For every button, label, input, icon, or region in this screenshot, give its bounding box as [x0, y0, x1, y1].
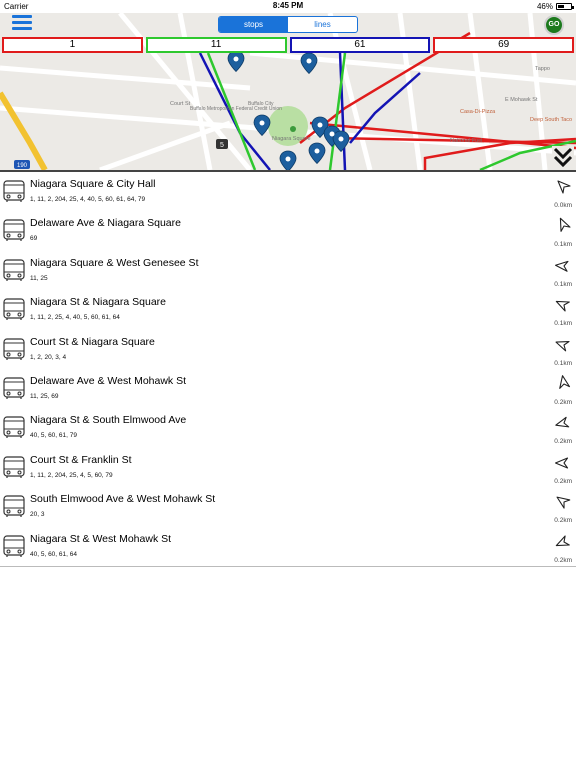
stop-list[interactable]: Niagara Square & City Hall 1, 11, 2, 204,… — [0, 172, 576, 566]
list-end-divider — [0, 566, 576, 567]
stop-distance: 0.1km — [554, 280, 572, 288]
stop-lines: 1, 11, 2, 204, 25, 4, 40, 5, 60, 61, 64,… — [30, 196, 146, 203]
navigation-arrow-icon[interactable] — [554, 295, 575, 316]
bus-icon — [3, 259, 25, 282]
bus-icon — [3, 298, 25, 321]
bus-icon — [3, 416, 25, 439]
line-tab-1[interactable]: 1 — [2, 37, 143, 53]
navigation-arrow-icon[interactable] — [553, 451, 576, 474]
stop-row[interactable]: Niagara St & Niagara Square 1, 11, 2, 25,… — [0, 290, 576, 329]
stop-name: Niagara Square & City Hall — [30, 178, 156, 190]
stop-row[interactable]: Niagara Square & City Hall 1, 11, 2, 204,… — [0, 172, 576, 211]
line-tabs: 1 11 61 69 — [0, 37, 576, 54]
stop-distance: 0.0km — [554, 202, 572, 209]
line-tab-11[interactable]: 11 — [145, 37, 287, 53]
map-label-court-st: Court St — [170, 101, 191, 107]
stop-row[interactable]: Court St & Franklin St 1, 11, 2, 204, 25,… — [0, 448, 576, 487]
map-label-deep-south: Deep South Taco — [530, 117, 572, 123]
segment-stops[interactable]: stops — [219, 17, 288, 32]
stop-distance: 0.1km — [554, 241, 572, 249]
bus-icon — [3, 495, 25, 518]
navigation-arrow-icon[interactable] — [556, 179, 572, 195]
stop-lines: 69 — [30, 235, 38, 243]
map-label-mohawk-st: E Mohawk St — [505, 97, 538, 103]
stop-distance: 0.2km — [554, 438, 572, 446]
stop-distance: 0.2km — [554, 556, 572, 564]
navigation-arrow-icon[interactable] — [554, 531, 575, 552]
navigation-arrow-icon[interactable] — [553, 373, 575, 395]
route-shield-190: 190 — [17, 163, 28, 169]
bus-icon — [3, 337, 25, 361]
map-label-niagara-square: Niagara Square — [272, 136, 311, 142]
view-segmented-control[interactable]: stops lines — [218, 16, 358, 33]
route-shield-5: 5 — [220, 142, 224, 149]
stop-lines: 1, 11, 2, 204, 25, 4, 5, 60, 79 — [30, 471, 113, 479]
stop-row[interactable]: South Elmwood Ave & West Mohawk St 20, 3 0… — [0, 487, 576, 526]
stop-name: Niagara St & Niagara Square — [30, 296, 166, 309]
navigation-arrow-icon[interactable] — [554, 216, 575, 237]
stop-name: Niagara St & West Mohawk St — [30, 532, 172, 545]
navigation-arrow-icon[interactable] — [553, 334, 574, 355]
stop-row[interactable]: Niagara St & South Elmwood Ave 40, 5, 60,… — [0, 408, 576, 447]
stop-lines: 11, 25 — [30, 274, 48, 282]
navigation-arrow-icon[interactable] — [555, 493, 574, 512]
stop-name: Court St & Niagara Square — [30, 335, 155, 348]
stop-name: Niagara St & South Elmwood Ave — [30, 414, 187, 427]
stop-lines: 40, 5, 60, 61, 79 — [30, 432, 77, 440]
stop-row[interactable]: Court St & Niagara Square 1, 2, 20, 3, 4 0… — [0, 330, 576, 369]
stop-lines: 20, 3 — [30, 511, 45, 519]
bus-icon — [3, 534, 25, 558]
stop-name: Court St & Franklin St — [30, 453, 132, 466]
bus-icon — [3, 219, 25, 242]
status-bar: Carrier 8:45 PM 46% — [0, 0, 576, 13]
bus-icon — [3, 377, 25, 400]
stop-distance: 0.2km — [554, 398, 572, 406]
bus-icon — [3, 456, 25, 479]
battery-icon — [556, 3, 574, 10]
stop-name: Delaware Ave & Niagara Square — [30, 217, 181, 230]
map-label-casa-di-pizza: Casa-Di-Pizza — [460, 109, 496, 115]
line-tab-69[interactable]: 69 — [433, 37, 574, 53]
stop-distance: 0.1km — [554, 320, 572, 328]
stop-name: Delaware Ave & West Mohawk St — [30, 374, 187, 387]
nav-bar: stops lines GO — [0, 13, 576, 37]
navigation-arrow-icon[interactable] — [553, 412, 575, 434]
stop-lines: 1, 11, 2, 25, 4, 40, 5, 60, 61, 64 — [30, 314, 120, 322]
stop-distance: 0.2km — [554, 477, 572, 485]
stop-lines: 11, 25, 69 — [30, 392, 59, 400]
stop-row[interactable]: Niagara Square & West Genesee St 11, 25 0.… — [0, 251, 576, 290]
map-label-tappo: Tappo — [535, 66, 550, 72]
go-button[interactable]: GO — [544, 15, 564, 35]
clock: 8:45 PM — [272, 1, 304, 10]
map-label-national-fuel: National Fuel — [450, 138, 482, 144]
menu-icon[interactable] — [12, 15, 32, 31]
stop-lines: 1, 2, 20, 3, 4 — [30, 353, 67, 361]
navigation-arrow-icon[interactable] — [553, 255, 576, 278]
stop-distance: 0.2km — [554, 517, 572, 525]
stop-row[interactable]: Delaware Ave & Niagara Square 69 0.1km — [0, 211, 576, 250]
stop-name: South Elmwood Ave & West Mohawk St — [30, 493, 216, 506]
battery-indicator: 46% — [536, 2, 574, 11]
bus-icon — [3, 180, 25, 203]
stop-row[interactable]: Delaware Ave & West Mohawk St 11, 25, 69 0… — [0, 369, 576, 408]
map-label-buffalo-city: Buffalo City — [248, 101, 274, 107]
stop-lines: 40, 5, 60, 61, 64 — [30, 550, 77, 558]
stop-distance: 0.1km — [554, 359, 572, 367]
segment-lines[interactable]: lines — [288, 17, 357, 32]
line-tab-61[interactable]: 61 — [289, 37, 431, 53]
battery-percent: 46% — [536, 2, 553, 11]
stop-name: Niagara Square & West Genesee St — [30, 256, 199, 269]
stop-row[interactable]: Niagara St & West Mohawk St 40, 5, 60, 61… — [0, 527, 576, 566]
collapse-chevron-icon[interactable] — [552, 146, 574, 168]
